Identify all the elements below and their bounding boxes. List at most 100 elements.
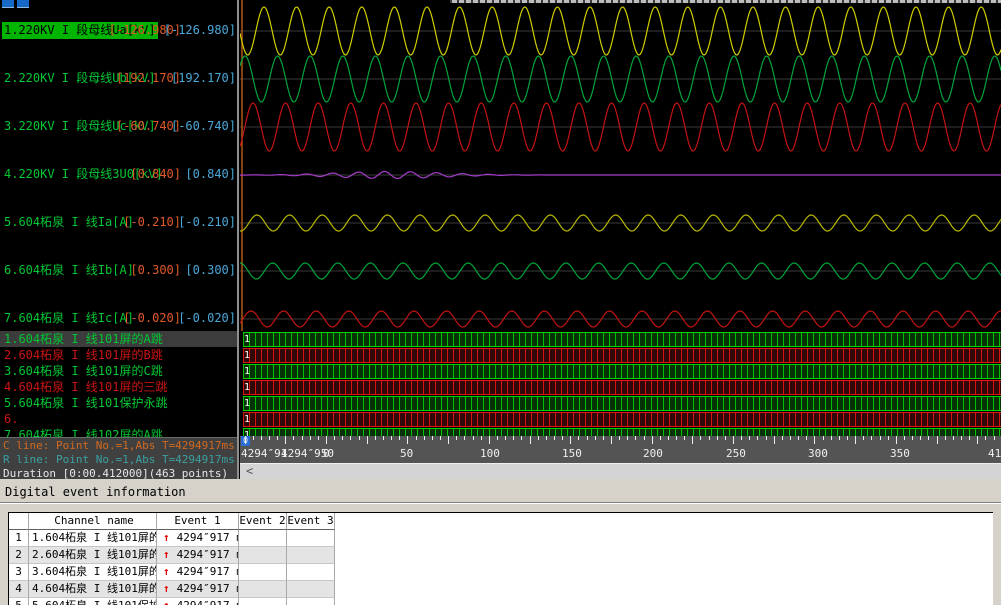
table-row[interactable]: 55.604柘泉 I 线101保护永跳↑4294″917 ms (9, 598, 335, 605)
panel-divider[interactable] (237, 0, 239, 479)
digital-channel-bar-4[interactable]: 1 (243, 380, 1001, 395)
axis-tick (774, 436, 775, 444)
digital-channel-row-2[interactable]: 2.604柘泉 I 线101屏的B跳 (0, 347, 237, 363)
axis-tick (277, 436, 278, 440)
axis-tick (896, 436, 897, 444)
axis-tick (513, 436, 514, 440)
axis-tick (359, 436, 360, 440)
axis-tick (692, 436, 693, 444)
axis-tick (709, 436, 710, 440)
digital-value-label: 1 (244, 333, 250, 346)
horizontal-scrollbar[interactable]: < (240, 463, 1001, 479)
event-3-cell (287, 581, 335, 598)
channel-name: 2.604柘泉 I 线101屏的B跳 (29, 547, 157, 564)
cursor-status-panel: C line: Point No.=1,Abs T=4294917ms, Rel… (0, 437, 238, 479)
axis-tick (644, 436, 645, 440)
time-axis[interactable]: 0 4294″914294″95005010015020025030035041 (240, 436, 1001, 463)
toolbar-file-icon[interactable] (2, 0, 14, 8)
digital-channel-row-1[interactable]: 1.604柘泉 I 线101屏的A跳 (0, 331, 237, 347)
digital-channel-row-5[interactable]: 5.604柘泉 I 线101保护永跳 (0, 395, 237, 411)
channel-name: 1.604柘泉 I 线101屏的A跳 (29, 530, 157, 547)
analog-channel-row-2[interactable]: 2.220KV I 段母线Ub[kV][192.170][192.170] (0, 70, 237, 87)
digital-channel-bar-1[interactable]: 1 (243, 332, 1001, 347)
axis-tick (611, 436, 612, 444)
digital-channel-row-4[interactable]: 4.604柘泉 I 线101屏的三跳 (0, 379, 237, 395)
axis-tick (603, 436, 604, 440)
event-2-cell (239, 598, 287, 605)
digital-value-label: 1 (244, 397, 250, 410)
analog-channel-row-6[interactable]: 6.604柘泉 I 线Ib[A][0.300][0.300] (0, 262, 237, 279)
event-1-cell: ↑4294″917 ms (157, 581, 239, 598)
axis-tick (961, 436, 962, 440)
digital-channel-row-3[interactable]: 3.604柘泉 I 线101屏的C跳 (0, 363, 237, 379)
axis-tick (766, 436, 767, 440)
event-3-cell (287, 530, 335, 547)
rising-edge-arrow-icon: ↑ (163, 564, 170, 580)
digital-waveform-panel[interactable]: 1111111 (240, 331, 1001, 436)
digital-channel-bar-6[interactable]: 1 (243, 412, 1001, 427)
axis-tick (733, 436, 734, 444)
analog-channel-row-5[interactable]: 5.604柘泉 I 线Ia[A][-0.210][-0.210] (0, 214, 237, 231)
panel-separator (0, 502, 1001, 504)
table-row[interactable]: 33.604柘泉 I 线101屏的C跳↑4294″917 ms (9, 564, 335, 581)
table-row[interactable]: 11.604柘泉 I 线101屏的A跳↑4294″917 ms (9, 530, 335, 547)
axis-tick (749, 436, 750, 440)
analog-ref-value: [0.300] (185, 262, 236, 279)
axis-tick (880, 436, 881, 440)
analog-ref-value: [-0.020] (178, 310, 236, 327)
analog-channel-row-4[interactable]: 4.220KV I 段母线3U0[kV][0.840][0.840] (0, 166, 237, 183)
axis-tick (855, 436, 856, 444)
table-row[interactable]: 22.604柘泉 I 线101屏的B跳↑4294″917 ms (9, 547, 335, 564)
analog-channel-row-1[interactable]: 1.220KV I 段母线Ua[kV][-126.980][-126.980] (0, 22, 237, 39)
axis-tick (505, 436, 506, 440)
duration-status: Duration [0:00.412000](463 points) (3, 467, 238, 479)
axis-tick (570, 436, 571, 444)
axis-tick (285, 436, 286, 444)
scroll-left-arrow-icon[interactable]: < (246, 464, 253, 479)
axis-tick (375, 436, 376, 440)
toolbar-file-icon-2[interactable] (17, 0, 29, 8)
event-2-cell (239, 547, 287, 564)
analog-channel-label[interactable]: 5.604柘泉 I 线Ia[A] (2, 214, 136, 231)
axis-tick (302, 436, 303, 440)
axis-tick (937, 436, 938, 444)
axis-tick (831, 436, 832, 440)
axis-tick (717, 436, 718, 440)
axis-tick (456, 436, 457, 440)
analog-cursor-value: [0.300] (130, 262, 181, 279)
digital-channel-bar-3[interactable]: 1 (243, 364, 1001, 379)
table-row[interactable]: 44.604柘泉 I 线101屏的三跳↑4294″917 ms (9, 581, 335, 598)
digital-channel-bar-5[interactable]: 1 (243, 396, 1001, 411)
analog-channel-label[interactable]: 6.604柘泉 I 线Ib[A] (2, 262, 136, 279)
digital-value-label: 1 (244, 413, 250, 426)
analog-channel-row-7[interactable]: 7.604柘泉 I 线Ic[A][-0.020][-0.020] (0, 310, 237, 327)
axis-tick-label: 250 (726, 447, 746, 460)
axis-tick (595, 436, 596, 440)
event-time: 4294″917 ms (177, 547, 239, 563)
axis-tick-label: 300 (808, 447, 828, 460)
row-number: 2 (9, 547, 29, 564)
event-2-cell (239, 581, 287, 598)
analog-channel-label[interactable]: 7.604柘泉 I 线Ic[A] (2, 310, 136, 327)
axis-tick (440, 436, 441, 440)
analog-ref-value: [192.170] (171, 70, 236, 87)
digital-value-label: 1 (244, 429, 250, 436)
event-1-cell: ↑4294″917 ms (157, 598, 239, 605)
analog-waveform-panel[interactable] (240, 0, 1001, 331)
axis-tick (676, 436, 677, 440)
analog-channel-row-3[interactable]: 3.220KV I 段母线Uc[kV][-60.740][-60.740] (0, 118, 237, 135)
axis-tick-label: 100 (480, 447, 500, 460)
digital-channel-bar-2[interactable]: 1 (243, 348, 1001, 363)
header-event-3: Event 3 (287, 513, 335, 530)
axis-tick (245, 436, 246, 444)
axis-tick (318, 436, 319, 440)
digital-channel-bar-7[interactable]: 1 (243, 428, 1001, 436)
digital-channel-row-6[interactable]: 6. (0, 411, 237, 427)
analog-ref-value: [-0.210] (178, 214, 236, 231)
axis-tick (871, 436, 872, 440)
header-event-1: Event 1 (157, 513, 239, 530)
rising-edge-arrow-icon: ↑ (163, 598, 170, 605)
row-number: 5 (9, 598, 29, 605)
digital-event-table[interactable]: Channel nameEvent 1Event 2Event 311.604柘… (8, 512, 993, 605)
event-1-cell: ↑4294″917 ms (157, 547, 239, 564)
